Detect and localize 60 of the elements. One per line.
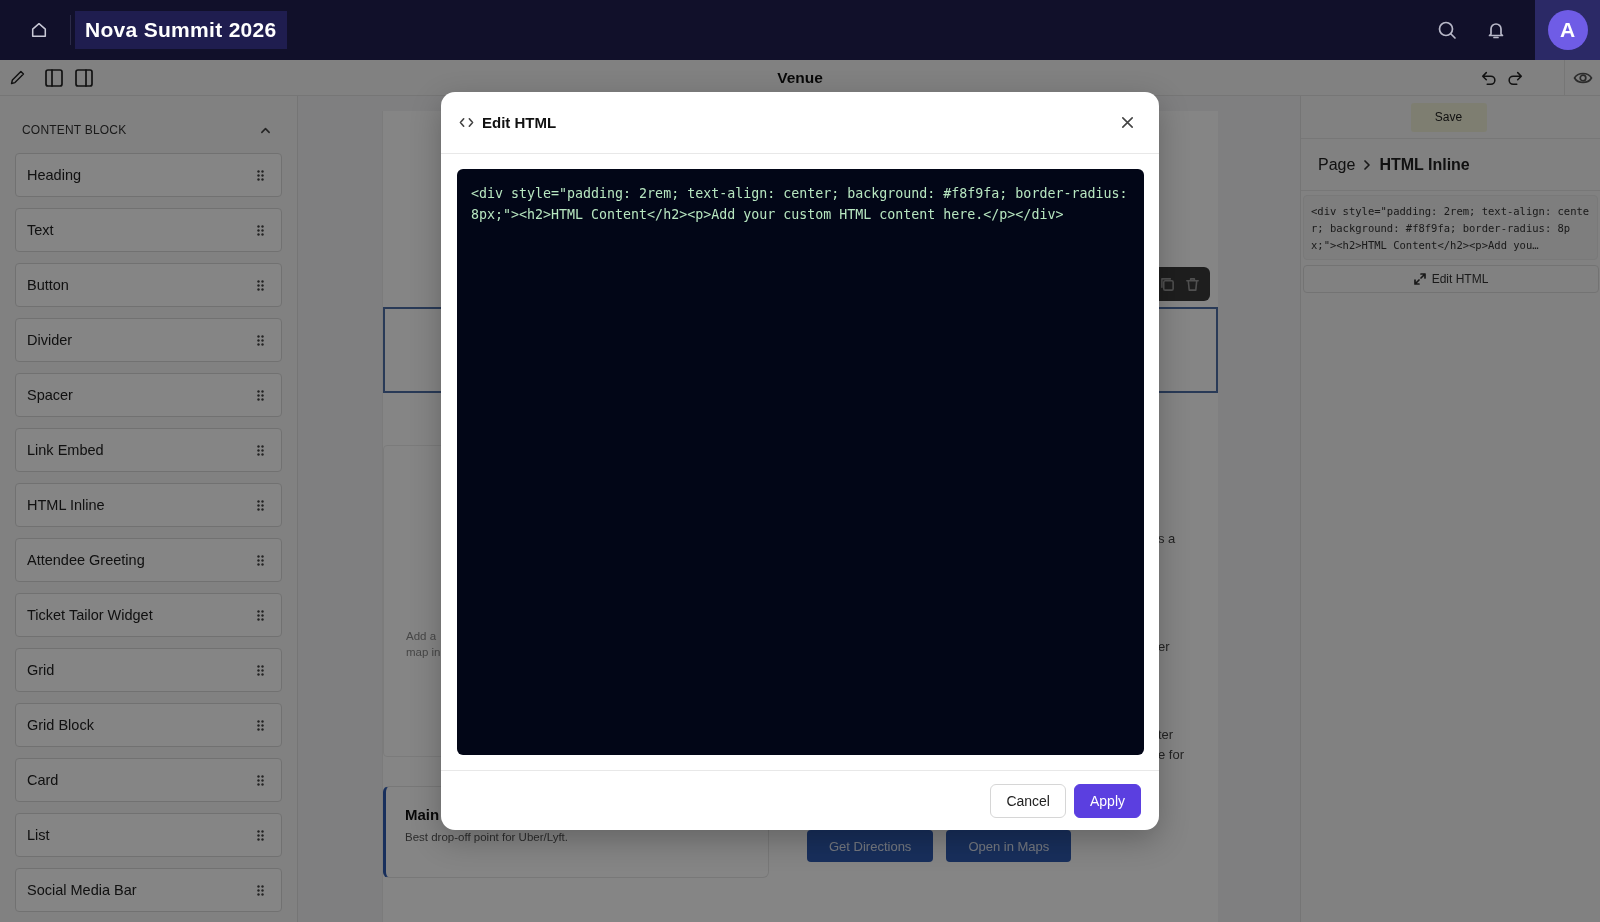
block-item[interactable]: Grid xyxy=(15,648,282,692)
event-title: Nova Summit 2026 xyxy=(75,11,287,49)
link-button[interactable]: Get Directions xyxy=(807,830,934,862)
body-text: e for xyxy=(1158,746,1184,764)
block-item[interactable]: Social Media Bar xyxy=(15,868,282,912)
block-item[interactable]: List xyxy=(15,813,282,857)
block-item[interactable]: Card xyxy=(15,758,282,802)
right-panel-icon[interactable] xyxy=(74,67,94,88)
block-item[interactable]: Heading xyxy=(15,153,282,197)
drag-handle-icon[interactable] xyxy=(257,499,264,511)
breadcrumb-link[interactable]: Page xyxy=(1318,155,1356,174)
body-text: s a xyxy=(1158,530,1177,548)
block-item[interactable]: Link Embed xyxy=(15,428,282,472)
block-item[interactable]: Ticket Tailor Widget xyxy=(15,593,282,637)
block-item[interactable]: Spacer xyxy=(15,373,282,417)
close-icon[interactable] xyxy=(1120,115,1135,130)
block-item[interactable]: Divider xyxy=(15,318,282,362)
edit-html-button[interactable]: Edit HTML xyxy=(1303,265,1599,293)
section-heading: CONTENT BLOCK xyxy=(22,123,127,137)
page-title: Venue xyxy=(777,68,823,87)
code-editor[interactable]: <div style="padding: 2rem; text-align: center; background: #f8f9fa; border-radius: 8px;"><h2>HTML Content</h2><p>Add your custom HTML content here.</p></div> xyxy=(457,169,1144,755)
pencil-icon[interactable] xyxy=(9,69,26,86)
block-item[interactable]: HTML Inline xyxy=(15,483,282,527)
bell-icon[interactable] xyxy=(1486,20,1506,40)
drag-handle-icon[interactable] xyxy=(257,554,264,566)
drag-handle-icon[interactable] xyxy=(257,279,264,291)
card-title: Main xyxy=(405,806,441,823)
code-preview: <div style="padding: 2rem; text-align: center; background: #f8f9fa; border-radius: 8px;"><h2>HTML Content</h2><p>Add you… xyxy=(1303,195,1598,260)
body-text: ter xyxy=(1158,726,1175,744)
block-item[interactable]: Text xyxy=(15,208,282,252)
drag-handle-icon[interactable] xyxy=(257,719,264,731)
link-button[interactable]: Open in Maps xyxy=(946,830,1072,862)
cancel-button[interactable]: Cancel xyxy=(990,784,1066,818)
save-button[interactable]: Save xyxy=(1410,102,1487,132)
drag-handle-icon[interactable] xyxy=(257,224,264,236)
left-panel-icon[interactable] xyxy=(44,67,64,88)
body-text: er xyxy=(1158,638,1171,656)
modal-title: Edit HTML xyxy=(482,114,558,131)
drag-handle-icon[interactable] xyxy=(257,664,264,676)
home-icon[interactable] xyxy=(30,21,48,39)
expand-icon xyxy=(1413,273,1426,285)
search-icon[interactable] xyxy=(1437,20,1457,40)
drag-handle-icon[interactable] xyxy=(257,774,264,786)
map-hint: map in xyxy=(406,645,442,660)
drag-handle-icon[interactable] xyxy=(257,609,264,621)
drag-handle-icon[interactable] xyxy=(257,884,264,896)
card-note: Best drop-off point for Uber/Lyft. xyxy=(405,831,569,843)
block-item[interactable]: Attendee Greeting xyxy=(15,538,282,582)
drag-handle-icon[interactable] xyxy=(257,169,264,181)
drag-handle-icon[interactable] xyxy=(257,389,264,401)
apply-button[interactable]: Apply xyxy=(1073,784,1141,818)
avatar[interactable]: A xyxy=(1547,10,1588,50)
drag-handle-icon[interactable] xyxy=(257,334,264,346)
drag-handle-icon[interactable] xyxy=(257,829,264,841)
block-item[interactable]: Button xyxy=(15,263,282,307)
drag-handle-icon[interactable] xyxy=(257,444,264,456)
block-item[interactable]: Grid Block xyxy=(15,703,282,747)
breadcrumb-current: HTML Inline xyxy=(1379,155,1470,174)
code-icon xyxy=(459,115,474,130)
chevron-icon xyxy=(1362,159,1373,170)
